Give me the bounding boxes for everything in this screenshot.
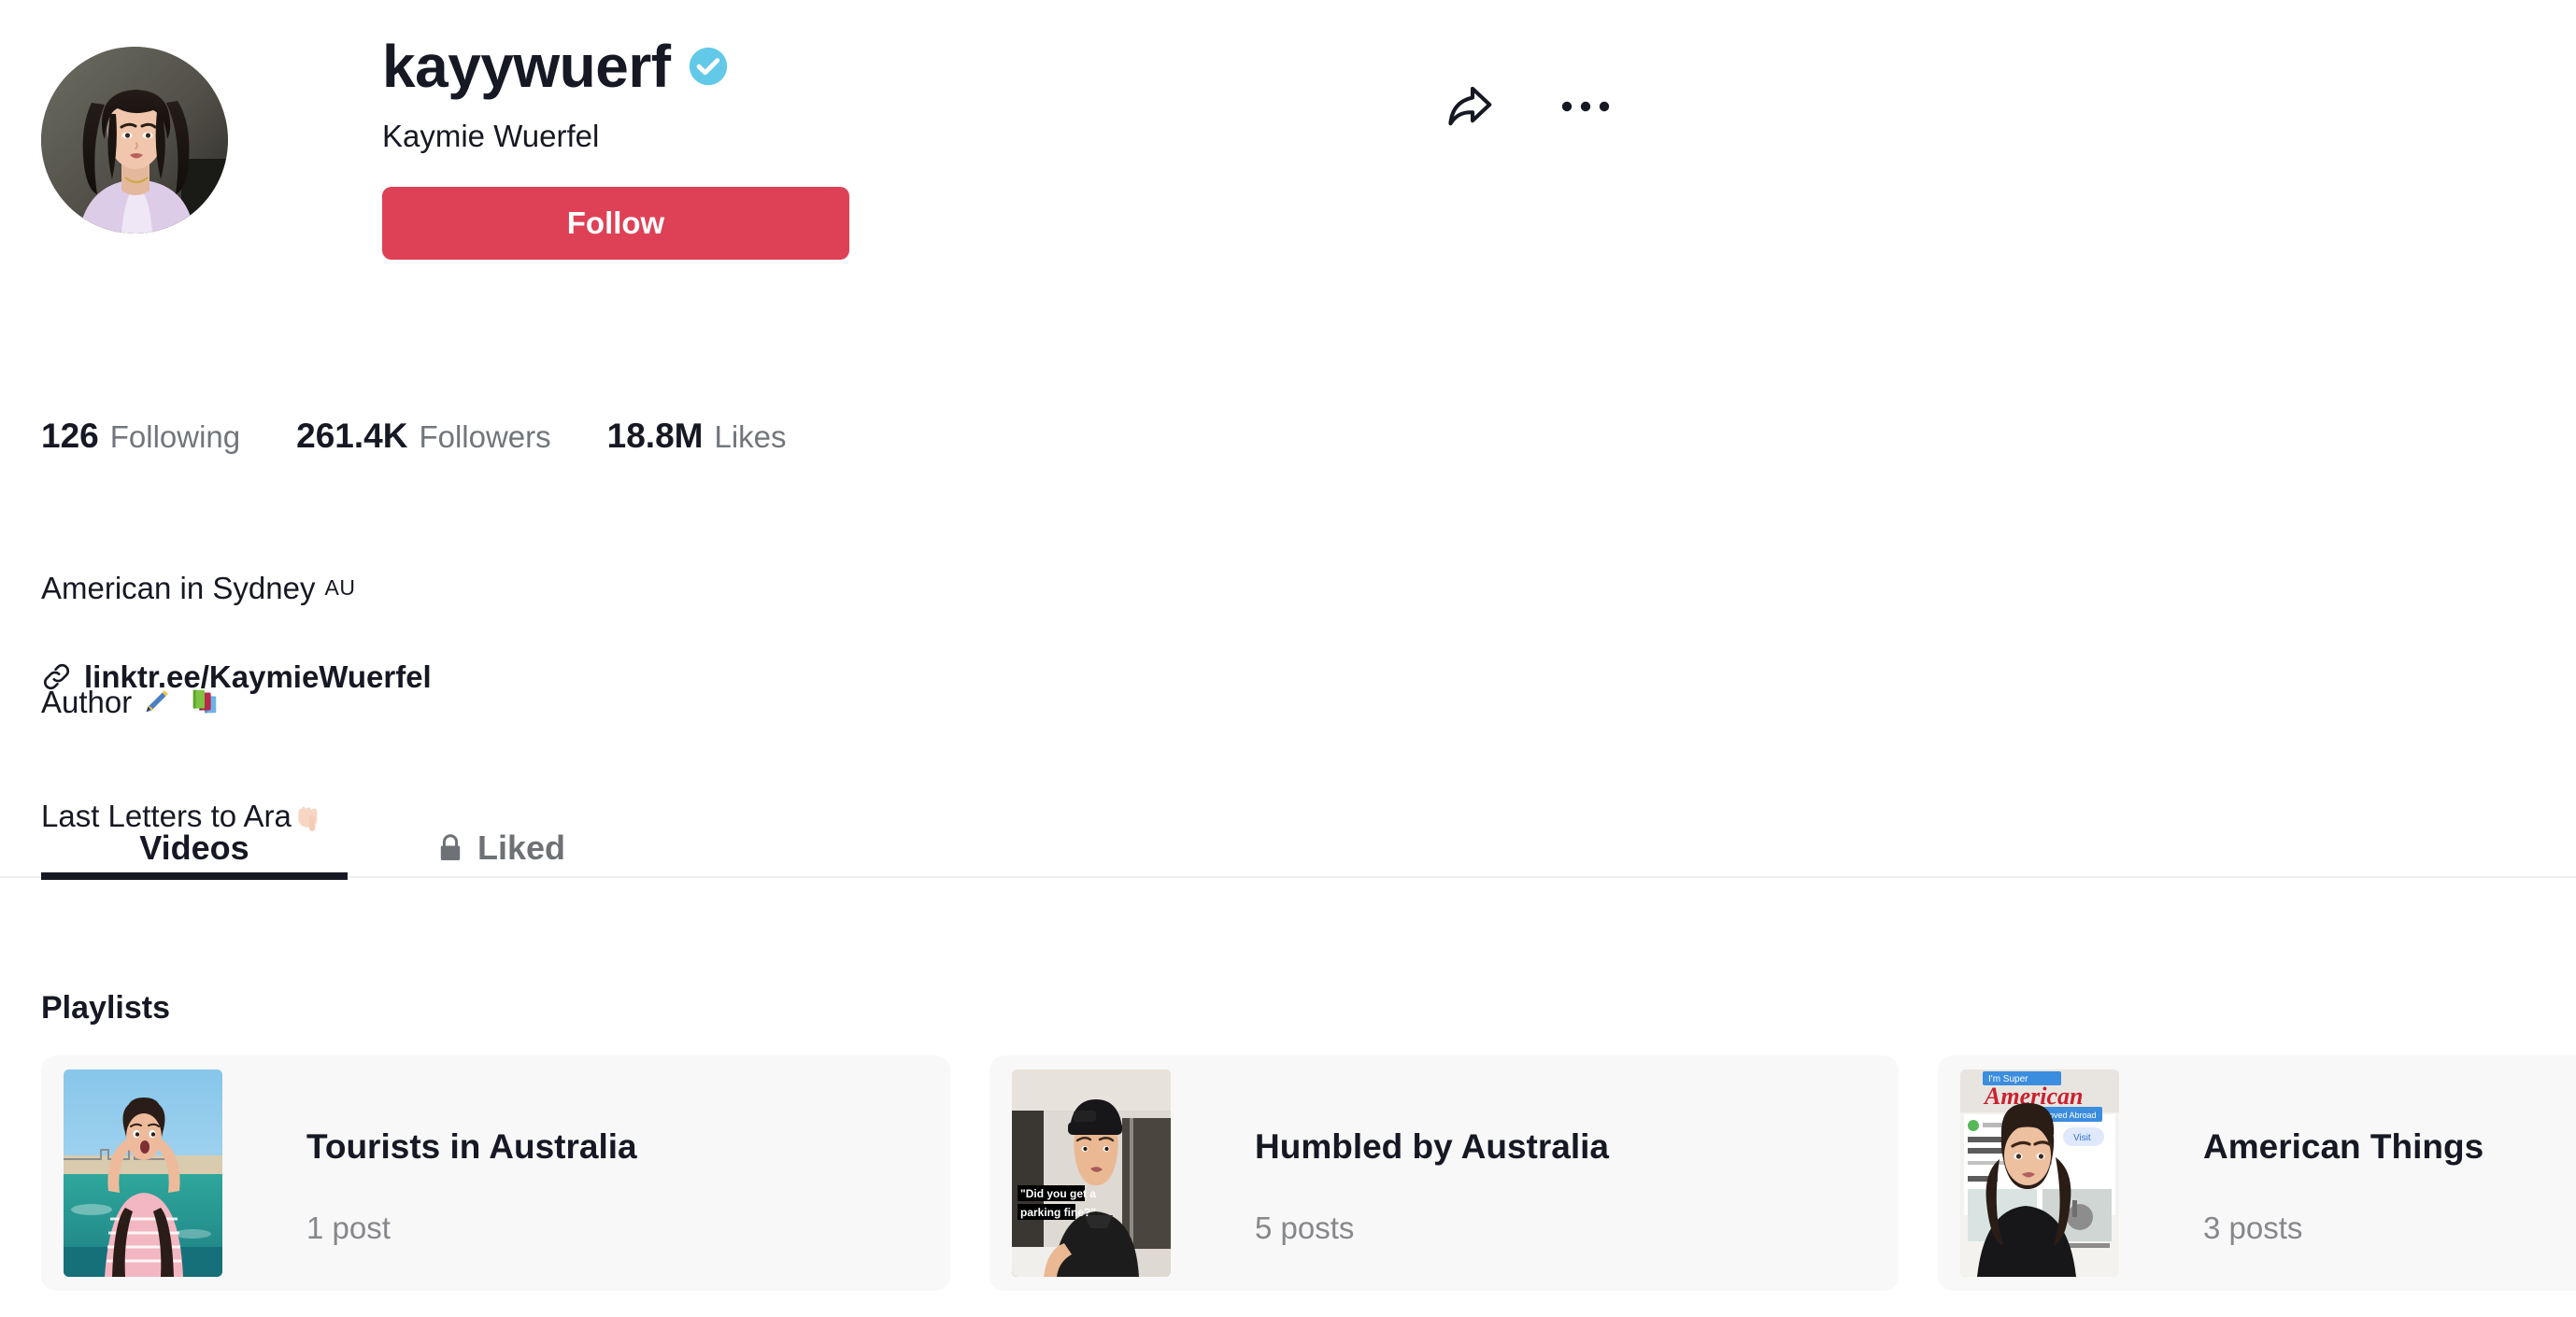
likes-count: 18.8M xyxy=(606,417,704,455)
svg-text:Visit: Visit xyxy=(2073,1133,2091,1143)
profile-header: kayywuerf Kaymie Wuerfel Follow xyxy=(41,28,2536,364)
share-button[interactable] xyxy=(1443,79,1497,134)
playlist-card[interactable]: Visit I'm Super American Until I Moved A… xyxy=(1938,1055,2576,1291)
playlist-thumbnail: Visit I'm Super American Until I Moved A… xyxy=(1960,1069,2119,1277)
tabs-divider xyxy=(0,876,2576,878)
tiktok-profile-page: kayywuerf Kaymie Wuerfel Follow 126 Foll… xyxy=(0,0,2576,1317)
display-name: Kaymie Wuerfel xyxy=(382,119,600,153)
bio-line-1-text: American in Sydney xyxy=(41,570,316,605)
more-options-icon xyxy=(1561,101,1610,112)
playlist-info: American Things 3 posts xyxy=(2203,1069,2483,1277)
share-arrow-icon xyxy=(1448,86,1492,126)
bio-country-code: AU xyxy=(324,574,356,600)
playlist-info: Humbled by Australia 5 posts xyxy=(1255,1069,1609,1277)
stats-row: 126 Following 261.4K Followers 18.8M Lik… xyxy=(41,418,787,453)
stat-followers[interactable]: 261.4K Followers xyxy=(296,418,551,453)
tab-videos-label: Videos xyxy=(139,828,249,867)
playlist-card[interactable]: Tourists in Australia 1 post xyxy=(41,1055,950,1291)
likes-label: Likes xyxy=(714,419,787,454)
playlist-thumbnail-image xyxy=(64,1069,222,1277)
link-chain-icon xyxy=(43,663,70,690)
playlist-info: Tourists in Australia 1 post xyxy=(306,1069,637,1277)
playlist-thumbnail: "Did you get a parking fine?" xyxy=(1012,1069,1171,1277)
playlist-name: American Things xyxy=(2203,1127,2484,1166)
followers-count: 261.4K xyxy=(296,417,408,455)
avatar-image xyxy=(41,47,228,234)
playlist-card[interactable]: "Did you get a parking fine?" Humbled by… xyxy=(989,1055,1899,1291)
follow-button[interactable]: Follow xyxy=(382,186,849,260)
stat-following[interactable]: 126 Following xyxy=(41,418,240,453)
playlist-count: 1 post xyxy=(306,1211,391,1245)
profile-tabs: Videos Liked xyxy=(0,785,2576,887)
svg-text:"Did you get a: "Did you get a xyxy=(1020,1187,1096,1200)
svg-text:parking fine?": parking fine?" xyxy=(1020,1206,1096,1219)
playlists-heading: Playlists xyxy=(41,990,170,1026)
more-options-button[interactable] xyxy=(1558,79,1613,134)
active-tab-underline xyxy=(41,872,348,880)
stat-likes: 18.8M Likes xyxy=(607,418,787,453)
playlist-name: Tourists in Australia xyxy=(306,1127,637,1166)
avatar[interactable] xyxy=(41,47,228,234)
following-count: 126 xyxy=(41,417,99,455)
playlist-name: Humbled by Australia xyxy=(1255,1127,1609,1166)
profile-identity: kayywuerf Kaymie Wuerfel Follow xyxy=(382,28,1597,260)
followers-label: Followers xyxy=(419,419,551,454)
page-title: kayywuerf xyxy=(382,33,671,100)
playlist-count: 5 posts xyxy=(1255,1211,1355,1245)
following-label: Following xyxy=(109,419,241,454)
playlist-count: 3 posts xyxy=(2203,1211,2303,1245)
tab-list: Videos Liked xyxy=(0,785,2576,887)
playlist-card-list: Tourists in Australia 1 post "Did you ge… xyxy=(41,1055,2576,1291)
bio-line-1: American in Sydney AU xyxy=(41,561,355,614)
verified-check-icon xyxy=(689,47,727,86)
header-actions xyxy=(1443,79,1613,134)
playlist-thumbnail-image: "Did you get a parking fine?" xyxy=(1012,1069,1171,1277)
playlist-thumbnail-image: Visit I'm Super American Until I Moved A… xyxy=(1960,1069,2119,1277)
playlist-thumbnail xyxy=(64,1069,222,1277)
username-row: kayywuerf xyxy=(382,28,1597,105)
tab-liked-label: Liked xyxy=(477,828,566,867)
bio-link[interactable]: linktr.ee/KaymieWuerfel xyxy=(41,661,432,692)
lock-icon xyxy=(440,834,461,861)
bio-link-text: linktr.ee/KaymieWuerfel xyxy=(84,659,432,694)
